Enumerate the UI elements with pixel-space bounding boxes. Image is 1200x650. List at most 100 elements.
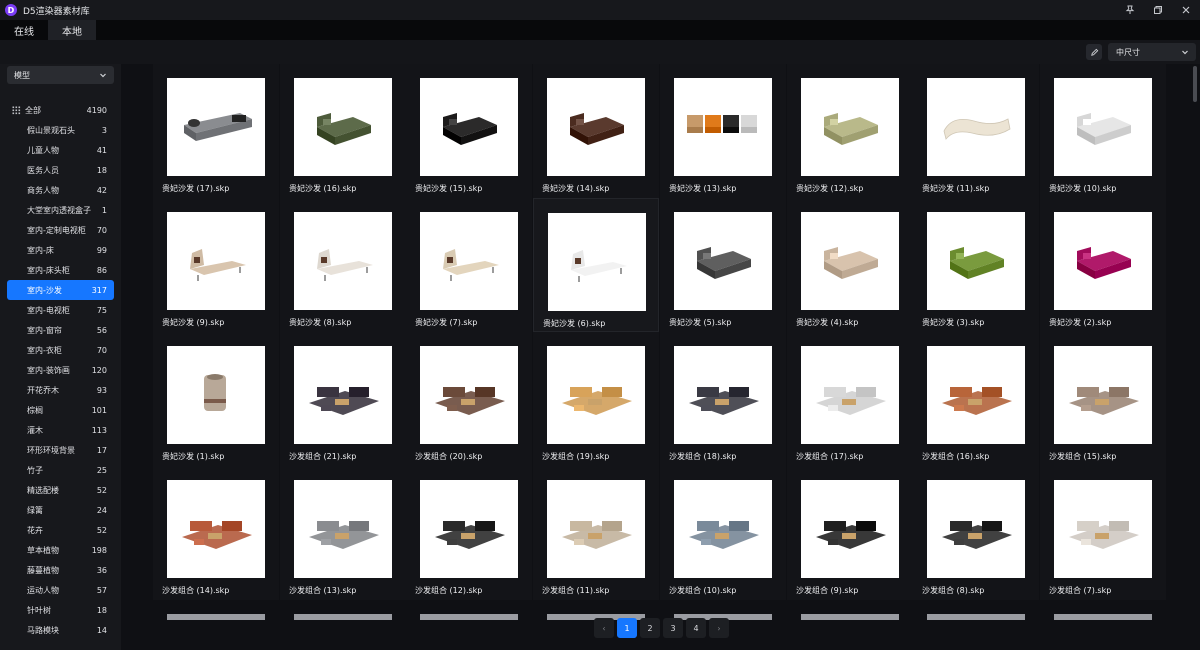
category-item[interactable]: 室内-床头柜 86 (7, 260, 114, 280)
asset-card[interactable]: 贵妃沙发 (16).skp (280, 64, 406, 198)
category-item[interactable]: 室内-窗帘 56 (7, 320, 114, 340)
page-button[interactable]: 1 (617, 618, 637, 638)
category-item[interactable]: 大堂室内透视盒子 1 (7, 200, 114, 220)
asset-card[interactable]: 沙发组合 (20).skp (406, 332, 532, 466)
asset-thumbnail[interactable] (167, 212, 265, 310)
asset-card[interactable]: 贵妃沙发 (10).skp (1040, 64, 1166, 198)
asset-thumbnail-partial[interactable] (420, 614, 518, 620)
pin-icon[interactable] (1116, 0, 1144, 20)
category-item[interactable]: 儿童人物 41 (7, 140, 114, 160)
asset-thumbnail[interactable] (294, 346, 392, 444)
category-item[interactable]: 运动人物 57 (7, 580, 114, 600)
category-item[interactable]: 商务人物 42 (7, 180, 114, 200)
asset-card[interactable]: 贵妃沙发 (1).skp (153, 332, 279, 466)
asset-card[interactable]: 沙发组合 (7).skp (1040, 466, 1166, 600)
asset-thumbnail[interactable] (548, 213, 646, 311)
asset-card[interactable]: 沙发组合 (18).skp (660, 332, 786, 466)
asset-card[interactable]: 贵妃沙发 (11).skp (913, 64, 1039, 198)
asset-thumbnail-partial[interactable] (1054, 614, 1152, 620)
asset-card[interactable]: 贵妃沙发 (3).skp (913, 198, 1039, 332)
category-item[interactable]: 绿篱 24 (7, 500, 114, 520)
asset-thumbnail[interactable] (1054, 480, 1152, 578)
category-item[interactable]: 室内-装饰画 120 (7, 360, 114, 380)
asset-card[interactable]: 沙发组合 (10).skp (660, 466, 786, 600)
asset-thumbnail[interactable] (1054, 78, 1152, 176)
asset-card[interactable]: 贵妃沙发 (15).skp (406, 64, 532, 198)
category-item[interactable]: 马路模块 14 (7, 620, 114, 640)
asset-card[interactable]: 沙发组合 (13).skp (280, 466, 406, 600)
category-item[interactable]: 针叶树 18 (7, 600, 114, 620)
category-item[interactable]: 假山景观石头 3 (7, 120, 114, 140)
category-item[interactable]: 棕榈 101 (7, 400, 114, 420)
restore-icon[interactable] (1144, 0, 1172, 20)
tab-online[interactable]: 在线 (0, 20, 48, 40)
asset-thumbnail[interactable] (167, 78, 265, 176)
category-item[interactable]: 藤蔓植物 36 (7, 560, 114, 580)
close-icon[interactable] (1172, 0, 1200, 20)
category-item[interactable]: 精选配楼 52 (7, 480, 114, 500)
category-item[interactable]: 竹子 25 (7, 460, 114, 480)
asset-thumbnail[interactable] (420, 346, 518, 444)
asset-card[interactable]: 沙发组合 (9).skp (787, 466, 913, 600)
edit-button[interactable] (1086, 44, 1102, 60)
asset-thumbnail[interactable] (420, 78, 518, 176)
asset-thumbnail-partial[interactable] (294, 614, 392, 620)
asset-card[interactable]: 贵妃沙发 (17).skp (153, 64, 279, 198)
asset-thumbnail[interactable] (1054, 212, 1152, 310)
prev-page-button[interactable]: ‹ (594, 618, 614, 638)
category-all[interactable]: 全部 4190 (7, 100, 114, 120)
asset-thumbnail[interactable] (1054, 346, 1152, 444)
scrollbar-thumb[interactable] (1193, 66, 1197, 102)
scrollbar[interactable] (1192, 64, 1198, 650)
asset-card[interactable]: 沙发组合 (14).skp (153, 466, 279, 600)
page-button[interactable]: 4 (686, 618, 706, 638)
asset-thumbnail[interactable] (927, 346, 1025, 444)
category-item[interactable]: 室内-床 99 (7, 240, 114, 260)
asset-card[interactable]: 沙发组合 (15).skp (1040, 332, 1166, 466)
category-item[interactable]: 室内-电视柜 75 (7, 300, 114, 320)
asset-thumbnail[interactable] (547, 346, 645, 444)
asset-thumbnail[interactable] (801, 346, 899, 444)
category-item[interactable]: 环形环境背景 17 (7, 440, 114, 460)
asset-card[interactable]: 贵妃沙发 (13).skp (660, 64, 786, 198)
category-item[interactable]: 医务人员 18 (7, 160, 114, 180)
asset-thumbnail[interactable] (547, 480, 645, 578)
asset-card[interactable]: 沙发组合 (17).skp (787, 332, 913, 466)
asset-thumbnail[interactable] (674, 212, 772, 310)
asset-thumbnail[interactable] (294, 78, 392, 176)
category-item[interactable]: 室内-定制电视柜 70 (7, 220, 114, 240)
asset-card[interactable]: 贵妃沙发 (2).skp (1040, 198, 1166, 332)
asset-thumbnail[interactable] (420, 212, 518, 310)
asset-thumbnail[interactable] (674, 78, 772, 176)
thumbnail-size-select[interactable]: 中尺寸 (1108, 43, 1196, 61)
category-item[interactable]: 草本植物 198 (7, 540, 114, 560)
asset-card[interactable]: 贵妃沙发 (4).skp (787, 198, 913, 332)
asset-card[interactable]: 贵妃沙发 (12).skp (787, 64, 913, 198)
asset-thumbnail[interactable] (801, 78, 899, 176)
category-item[interactable]: 灌木 113 (7, 420, 114, 440)
asset-card[interactable]: 贵妃沙发 (5).skp (660, 198, 786, 332)
asset-card[interactable]: 沙发组合 (12).skp (406, 466, 532, 600)
asset-thumbnail[interactable] (927, 480, 1025, 578)
asset-thumbnail[interactable] (420, 480, 518, 578)
category-item[interactable]: 室内-衣柜 70 (7, 340, 114, 360)
asset-card[interactable]: 沙发组合 (16).skp (913, 332, 1039, 466)
asset-type-select[interactable]: 模型 (7, 66, 114, 84)
asset-card[interactable]: 贵妃沙发 (6).skp (533, 198, 659, 332)
asset-thumbnail[interactable] (294, 480, 392, 578)
category-item[interactable]: 开花乔木 93 (7, 380, 114, 400)
asset-card[interactable]: 沙发组合 (8).skp (913, 466, 1039, 600)
asset-card[interactable]: 沙发组合 (21).skp (280, 332, 406, 466)
next-page-button[interactable]: › (709, 618, 729, 638)
asset-thumbnail[interactable] (547, 78, 645, 176)
asset-card[interactable]: 贵妃沙发 (7).skp (406, 198, 532, 332)
asset-card[interactable]: 沙发组合 (11).skp (533, 466, 659, 600)
asset-thumbnail-partial[interactable] (927, 614, 1025, 620)
asset-thumbnail[interactable] (927, 78, 1025, 176)
asset-card[interactable]: 沙发组合 (19).skp (533, 332, 659, 466)
asset-thumbnail-partial[interactable] (167, 614, 265, 620)
asset-card[interactable]: 贵妃沙发 (14).skp (533, 64, 659, 198)
asset-thumbnail[interactable] (801, 480, 899, 578)
asset-card[interactable]: 贵妃沙发 (9).skp (153, 198, 279, 332)
asset-thumbnail[interactable] (167, 480, 265, 578)
